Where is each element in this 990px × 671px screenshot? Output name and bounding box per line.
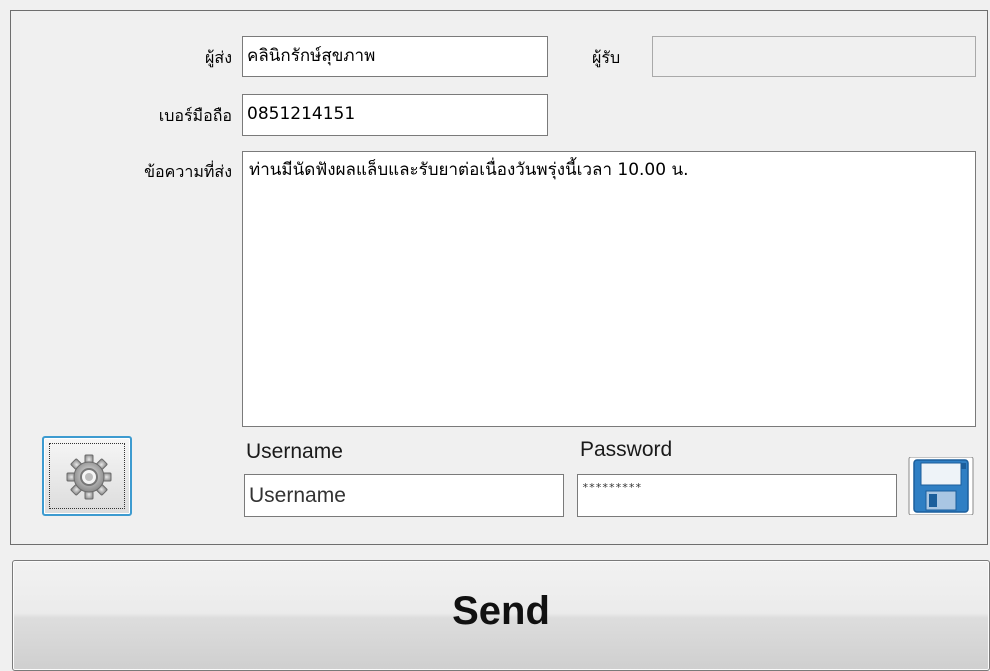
sms-sender-window: ผู้ส่ง คลินิกรักษ์สุขภาพ ผู้รับ เบอร์มือ… [0,0,990,671]
password-input[interactable]: ********* [577,474,897,517]
username-label: Username [246,440,343,463]
password-label: Password [580,438,673,461]
sender-input[interactable]: คลินิกรักษ์สุขภาพ [242,36,548,77]
floppy-disk-icon [908,456,974,516]
receiver-input[interactable] [652,36,976,77]
phone-input[interactable]: 0851214151 [242,94,548,136]
username-input[interactable]: Username [244,474,564,517]
send-button[interactable]: Send [12,560,990,671]
settings-button[interactable] [42,436,132,516]
sender-label: ผู้ส่ง [205,48,232,67]
message-textarea[interactable]: ท่านมีนัดฟังผลแล็บและรับยาต่อเนื่องวันพร… [242,151,976,427]
save-button[interactable] [908,456,974,516]
gear-icon [66,454,112,500]
phone-label: เบอร์มือถือ [158,106,232,125]
message-label: ข้อความที่ส่ง [144,162,232,181]
send-button-label: Send [452,589,550,633]
receiver-label: ผู้รับ [592,48,621,67]
